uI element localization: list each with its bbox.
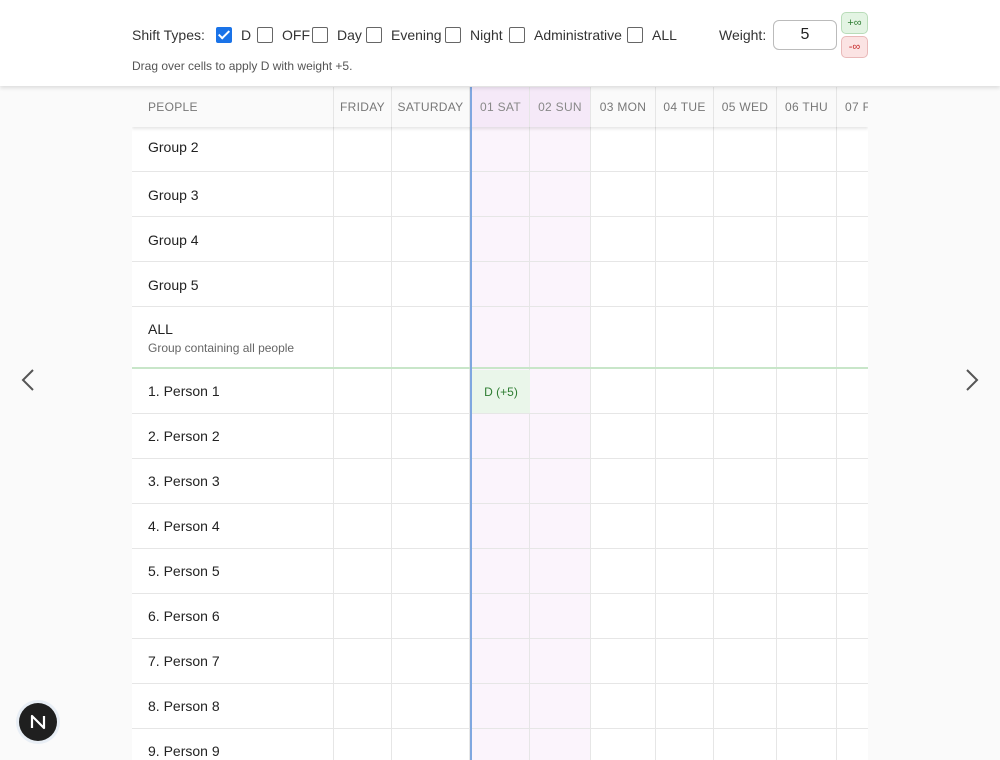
day-column-header[interactable]: 05 WED: [714, 87, 777, 127]
shift-type-checkbox[interactable]: [509, 27, 525, 43]
person-row-label[interactable]: 8. Person 8: [132, 684, 334, 728]
day-column[interactable]: [777, 127, 837, 760]
person-row-label[interactable]: 1. Person 1: [132, 369, 334, 413]
chevron-left-icon[interactable]: [14, 366, 42, 394]
person-name: 2. Person 2: [148, 428, 220, 444]
shift-type-checkbox[interactable]: [216, 27, 232, 43]
schedule-grid: PEOPLE D (+5) DAYFRIDAYSATURDAY01 SAT02 …: [132, 87, 868, 760]
shift-type-option-day[interactable]: Day: [312, 26, 362, 44]
person-row-label[interactable]: 2. Person 2: [132, 414, 334, 458]
shift-type-label: Day: [337, 27, 362, 43]
day-column[interactable]: [591, 127, 656, 760]
shift-type-label: Administrative: [534, 27, 622, 43]
group-description: Group containing all people: [148, 340, 295, 355]
group-name: ALL: [148, 320, 173, 337]
shift-type-checkbox[interactable]: [445, 27, 461, 43]
period-start-divider: [470, 87, 472, 760]
shift-type-label: ALL: [652, 27, 677, 43]
person-row-label[interactable]: 5. Person 5: [132, 549, 334, 593]
day-column-header[interactable]: 03 MON: [591, 87, 656, 127]
shift-type-option-night[interactable]: Night: [445, 26, 503, 44]
group-name: Group 4: [148, 231, 199, 248]
day-column-header[interactable]: 04 TUE: [656, 87, 714, 127]
chevron-right-icon[interactable]: [958, 366, 986, 394]
shift-type-checkbox[interactable]: [257, 27, 273, 43]
drag-hint: Drag over cells to apply D with weight +…: [132, 59, 353, 73]
shift-type-checkbox[interactable]: [627, 27, 643, 43]
shift-type-option-evening[interactable]: Evening: [366, 26, 442, 44]
person-name: 5. Person 5: [148, 563, 220, 579]
shift-types-label: Shift Types:: [132, 27, 205, 43]
day-column-header[interactable]: 06 THU: [777, 87, 837, 127]
day-column-header[interactable]: FRIDAY: [334, 87, 392, 127]
person-name: 8. Person 8: [148, 698, 220, 714]
shift-type-checkbox[interactable]: [366, 27, 382, 43]
plus-infinity-button[interactable]: +∞: [841, 12, 868, 34]
group-row-label[interactable]: Group 4: [132, 217, 334, 262]
shift-type-option-d[interactable]: D: [216, 26, 251, 44]
group-name: Group 3: [148, 186, 199, 203]
app-logo-icon[interactable]: [19, 703, 57, 741]
day-column[interactable]: [837, 127, 868, 760]
person-name: 9. Person 9: [148, 743, 220, 759]
group-row-label[interactable]: Group 2: [132, 122, 334, 172]
day-column[interactable]: [334, 127, 392, 760]
person-row-label[interactable]: 3. Person 3: [132, 459, 334, 503]
group-row-label[interactable]: ALL Group containing all people: [132, 307, 334, 368]
shift-type-label: Night: [470, 27, 503, 43]
day-column[interactable]: [392, 127, 470, 760]
person-row-label[interactable]: 9. Person 9: [132, 729, 334, 760]
shift-type-label: OFF: [282, 27, 310, 43]
people-column-header: PEOPLE: [132, 87, 334, 127]
day-column[interactable]: [714, 127, 777, 760]
group-name: Group 5: [148, 276, 199, 293]
day-column-header[interactable]: 07 FRI: [837, 87, 868, 127]
person-name: 1. Person 1: [148, 383, 220, 399]
shift-type-label: Evening: [391, 27, 442, 43]
day-column-header[interactable]: SATURDAY: [392, 87, 470, 127]
group-row-label[interactable]: Group 3: [132, 172, 334, 217]
shift-toolbar: Shift Types: D OFF Day Evening Night Administ…: [0, 0, 1000, 86]
shift-type-option-administrative[interactable]: Administrative: [509, 26, 622, 44]
day-column-header[interactable]: 02 SUN: [530, 87, 591, 127]
person-name: 3. Person 3: [148, 473, 220, 489]
person-row-label[interactable]: 4. Person 4: [132, 504, 334, 548]
group-row-label[interactable]: Group 5: [132, 262, 334, 307]
person-row-label[interactable]: 7. Person 7: [132, 639, 334, 683]
minus-infinity-button[interactable]: -∞: [841, 36, 868, 58]
person-name: 6. Person 6: [148, 608, 220, 624]
group-name: Group 2: [148, 139, 199, 155]
day-column[interactable]: [656, 127, 714, 760]
day-column-header[interactable]: 01 SAT: [472, 87, 530, 127]
person-name: 4. Person 4: [148, 518, 220, 534]
day-column[interactable]: [472, 127, 530, 760]
shift-type-option-all[interactable]: ALL: [627, 26, 677, 44]
person-name: 7. Person 7: [148, 653, 220, 669]
assigned-shift-cell[interactable]: D (+5): [472, 370, 530, 414]
day-column[interactable]: [530, 127, 591, 760]
person-row-label[interactable]: 6. Person 6: [132, 594, 334, 638]
shift-type-checkbox[interactable]: [312, 27, 328, 43]
shift-type-label: D: [241, 27, 252, 43]
weight-label: Weight:: [719, 27, 767, 43]
shift-type-option-off[interactable]: OFF: [257, 26, 310, 44]
weight-input[interactable]: [773, 20, 837, 50]
